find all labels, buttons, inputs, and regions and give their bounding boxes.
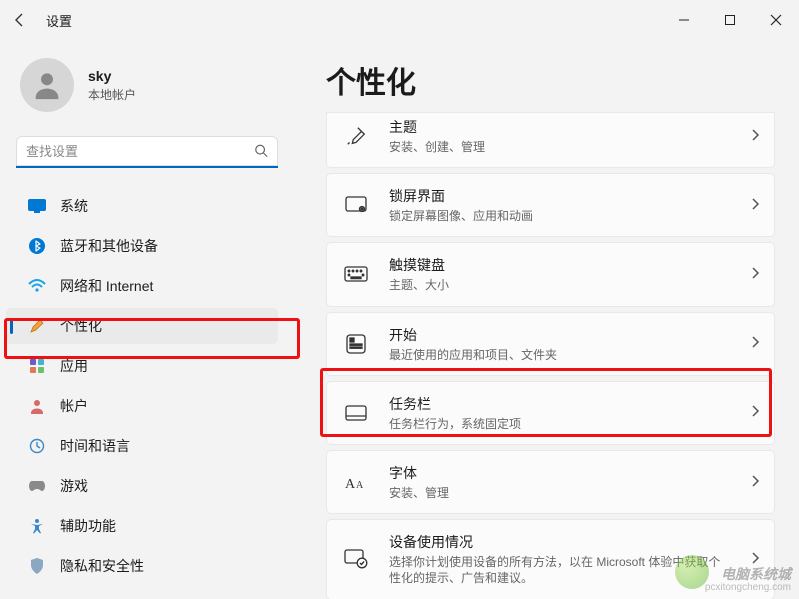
card-touchkeyboard[interactable]: 触摸键盘 主题、大小 (326, 242, 775, 306)
close-icon (770, 14, 782, 26)
brush-icon (343, 125, 369, 147)
display-icon (28, 197, 46, 215)
window-controls (661, 0, 799, 40)
sidebar-item-bluetooth[interactable]: 蓝牙和其他设备 (6, 228, 278, 264)
card-subtitle: 锁定屏幕图像、应用和动画 (389, 208, 730, 224)
sidebar-item-label: 个性化 (60, 316, 102, 336)
chevron-right-icon (750, 197, 760, 214)
maximize-button[interactable] (707, 0, 753, 40)
chevron-right-icon (750, 551, 760, 568)
device-check-icon (343, 549, 369, 569)
chevron-right-icon (750, 128, 760, 145)
sidebar-item-personalization[interactable]: 个性化 (6, 308, 278, 344)
card-deviceusage[interactable]: 设备使用情况 选择你计划使用设备的所有方法，以在 Microsoft 体验中获取… (326, 519, 775, 599)
card-text: 开始 最近使用的应用和项目、文件夹 (389, 325, 730, 363)
accessibility-icon (28, 517, 46, 535)
card-lockscreen[interactable]: 锁屏界面 锁定屏幕图像、应用和动画 (326, 173, 775, 237)
minimize-button[interactable] (661, 0, 707, 40)
window-title: 设置 (46, 11, 72, 30)
minimize-icon (678, 14, 690, 26)
lockscreen-icon (343, 196, 369, 214)
svg-text:A: A (345, 477, 356, 491)
card-title: 字体 (389, 463, 730, 483)
card-text: 触摸键盘 主题、大小 (389, 255, 730, 293)
search-input[interactable] (16, 136, 278, 168)
profile[interactable]: sky 本地帐户 (6, 58, 288, 112)
titlebar: 设置 (0, 0, 799, 40)
card-text: 主题 安装、创建、管理 (389, 117, 730, 155)
username: sky (88, 68, 136, 84)
card-text: 任务栏 任务栏行为，系统固定项 (389, 394, 730, 432)
start-icon (343, 334, 369, 354)
back-arrow-icon (12, 12, 28, 28)
card-title: 设备使用情况 (389, 532, 730, 552)
sidebar-item-label: 时间和语言 (60, 436, 130, 456)
card-subtitle: 选择你计划使用设备的所有方法，以在 Microsoft 体验中获取个性化的提示、… (389, 554, 730, 586)
back-button[interactable] (0, 0, 40, 40)
card-fonts[interactable]: AA 字体 安装、管理 (326, 450, 775, 514)
profile-text: sky 本地帐户 (88, 68, 136, 103)
card-title: 开始 (389, 325, 730, 345)
sidebar-item-label: 游戏 (60, 476, 88, 496)
sidebar-item-label: 隐私和安全性 (60, 556, 144, 576)
bluetooth-icon (28, 237, 46, 255)
card-title: 主题 (389, 117, 730, 137)
card-title: 锁屏界面 (389, 186, 730, 206)
nav: 系统 蓝牙和其他设备 网络和 Internet 个性化 应用 帐户 (6, 188, 288, 584)
taskbar-icon (343, 405, 369, 421)
chevron-right-icon (750, 266, 760, 283)
wifi-icon (28, 277, 46, 295)
account-type: 本地帐户 (88, 86, 136, 103)
card-subtitle: 主题、大小 (389, 277, 730, 293)
sidebar: sky 本地帐户 系统 蓝牙和其他设备 网络和 Internet (0, 40, 300, 599)
chevron-right-icon (750, 335, 760, 352)
card-taskbar[interactable]: 任务栏 任务栏行为，系统固定项 (326, 381, 775, 445)
sidebar-item-label: 蓝牙和其他设备 (60, 236, 158, 256)
page-title: 个性化 (326, 58, 775, 102)
card-title: 任务栏 (389, 394, 730, 414)
clock-globe-icon (28, 437, 46, 455)
card-subtitle: 安装、管理 (389, 485, 730, 501)
apps-icon (28, 357, 46, 375)
card-start[interactable]: 开始 最近使用的应用和项目、文件夹 (326, 312, 775, 376)
shield-icon (28, 557, 46, 575)
card-text: 设备使用情况 选择你计划使用设备的所有方法，以在 Microsoft 体验中获取… (389, 532, 730, 586)
sidebar-item-label: 应用 (60, 356, 88, 376)
settings-list: 主题 安装、创建、管理 锁屏界面 锁定屏幕图像、应用和动画 触摸键盘 主题、大小 (326, 112, 775, 599)
person-icon (28, 397, 46, 415)
chevron-right-icon (750, 404, 760, 421)
keyboard-icon (343, 266, 369, 282)
sidebar-item-privacy[interactable]: 隐私和安全性 (6, 548, 278, 584)
card-subtitle: 最近使用的应用和项目、文件夹 (389, 347, 730, 363)
card-text: 字体 安装、管理 (389, 463, 730, 501)
card-subtitle: 任务栏行为，系统固定项 (389, 416, 730, 432)
sidebar-item-apps[interactable]: 应用 (6, 348, 278, 384)
close-button[interactable] (753, 0, 799, 40)
sidebar-item-accessibility[interactable]: 辅助功能 (6, 508, 278, 544)
sidebar-item-label: 帐户 (60, 396, 88, 416)
card-title: 触摸键盘 (389, 255, 730, 275)
paintbrush-icon (28, 317, 46, 335)
sidebar-item-gaming[interactable]: 游戏 (6, 468, 278, 504)
sidebar-item-time[interactable]: 时间和语言 (6, 428, 278, 464)
sidebar-item-label: 系统 (60, 196, 88, 216)
main: 个性化 主题 安装、创建、管理 锁屏界面 锁定屏幕图像、应用和动画 (300, 40, 799, 599)
card-themes[interactable]: 主题 安装、创建、管理 (326, 112, 775, 168)
search-container (16, 136, 278, 168)
card-subtitle: 安装、创建、管理 (389, 139, 730, 155)
maximize-icon (724, 14, 736, 26)
svg-text:A: A (356, 480, 364, 491)
sidebar-item-label: 辅助功能 (60, 516, 116, 536)
card-text: 锁屏界面 锁定屏幕图像、应用和动画 (389, 186, 730, 224)
sidebar-item-accounts[interactable]: 帐户 (6, 388, 278, 424)
sidebar-item-system[interactable]: 系统 (6, 188, 278, 224)
sidebar-item-network[interactable]: 网络和 Internet (6, 268, 278, 304)
person-icon (30, 68, 64, 102)
gamepad-icon (28, 477, 46, 495)
sidebar-item-label: 网络和 Internet (60, 276, 153, 296)
fonts-icon: AA (343, 473, 369, 491)
avatar (20, 58, 74, 112)
chevron-right-icon (750, 474, 760, 491)
